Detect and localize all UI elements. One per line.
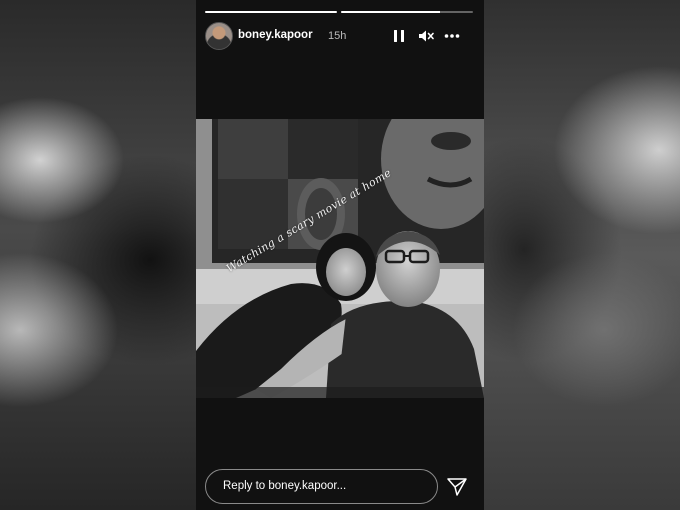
blurred-background-left bbox=[0, 0, 196, 510]
timestamp: 15h bbox=[328, 30, 347, 42]
mute-icon[interactable] bbox=[416, 26, 436, 46]
story-viewer: boney.kapoor 15h Watching a scary movie … bbox=[196, 0, 484, 510]
story-progress-bar bbox=[205, 11, 473, 13]
progress-fill bbox=[205, 11, 337, 13]
send-icon[interactable] bbox=[446, 477, 468, 497]
story-header: boney.kapoor 15h bbox=[205, 22, 475, 50]
more-options-icon[interactable] bbox=[442, 26, 462, 46]
reply-input[interactable]: Reply to boney.kapoor... bbox=[205, 469, 438, 504]
avatar[interactable] bbox=[205, 22, 233, 50]
progress-fill bbox=[341, 11, 440, 13]
pause-icon[interactable] bbox=[389, 26, 409, 46]
blurred-background-right bbox=[484, 0, 680, 510]
username[interactable]: boney.kapoor bbox=[238, 29, 313, 41]
progress-segment bbox=[341, 11, 473, 13]
reply-placeholder: Reply to boney.kapoor... bbox=[223, 480, 347, 492]
story-photo: Watching a scary movie at home bbox=[196, 119, 484, 398]
progress-segment bbox=[205, 11, 337, 13]
